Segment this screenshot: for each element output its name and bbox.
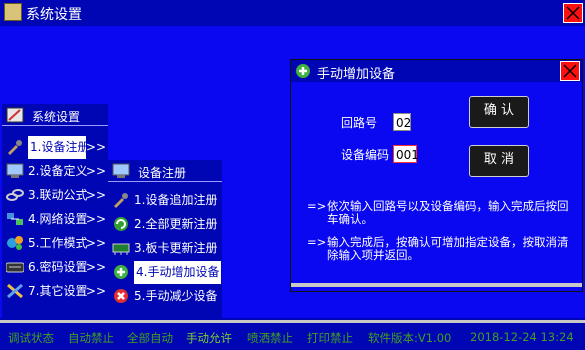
wrench-icon: [8, 140, 22, 155]
title-bar: [0, 0, 585, 26]
window-title: 系统设置: [26, 7, 82, 23]
status-manual-allowed: 手动允许: [186, 331, 232, 345]
submenu-item-board-update[interactable]: 3.板卡更新注册: [108, 237, 222, 260]
close-icon[interactable]: [560, 61, 580, 81]
plus-icon: [296, 64, 310, 78]
cancel-button[interactable]: 取 消: [469, 145, 529, 177]
refresh-icon: [114, 217, 128, 231]
status-print-disabled: 打印禁止: [307, 331, 353, 345]
device-code-label: 设备编码: [341, 148, 390, 162]
menu-item-work-mode[interactable]: 5.工作模式 >>: [2, 232, 108, 255]
link-icon: [6, 189, 24, 201]
menu-item-other-settings[interactable]: 7.其它设置 >>: [2, 280, 108, 303]
menu-item-linkage-formula[interactable]: 3.联动公式 >>: [2, 184, 108, 207]
submenu-item-append-register[interactable]: 1.设备追加注册: [108, 189, 222, 212]
submenu-item-manual-add[interactable]: 4.手动增加设备: [108, 261, 222, 284]
menu-header: 系统设置: [2, 104, 108, 126]
network-icon: [7, 213, 23, 225]
confirm-button[interactable]: 确 认: [469, 96, 529, 128]
board-icon: [112, 243, 130, 255]
close-icon[interactable]: [563, 3, 583, 23]
status-spray-disabled: 喷洒禁止: [247, 331, 293, 345]
status-debug: 调试状态: [8, 331, 54, 345]
tools-icon: [7, 283, 23, 299]
instruction-note-1: 依次输入回路号以及设备编码，输入完成后按回车确认。: [327, 199, 569, 226]
status-datetime: 2018-12-24 13:24: [470, 330, 574, 344]
menu-item-password-settings[interactable]: 6.密码设置 >>: [2, 256, 108, 279]
instruction-note-2: 输入完成后，按确认可增加指定设备，按取消清除输入项并返回。: [327, 235, 569, 262]
loop-number-label: 回路号: [341, 116, 378, 130]
keyboard-icon: [6, 262, 24, 273]
status-all-auto: 全部自动: [127, 331, 173, 345]
submenu-item-manual-remove[interactable]: 5.手动减少设备: [108, 285, 222, 308]
notepad-icon: [6, 107, 24, 123]
menu-item-device-register[interactable]: 1.设备注册 >>: [2, 136, 108, 159]
device-code-field[interactable]: 001: [393, 145, 419, 163]
status-software-version: 软件版本:V1.00: [368, 331, 452, 345]
manual-add-device-dialog: 手动增加设备 回路号 02 设备编码 001 确 认 取 消 => 依次输入回路…: [290, 59, 583, 292]
status-auto-disabled: 自动禁止: [68, 331, 114, 345]
monitor-icon: [6, 163, 24, 178]
gears-icon: [7, 236, 23, 250]
settings-app-icon: [4, 3, 22, 21]
submenu-header: 设备注册: [108, 160, 222, 182]
monitor-icon: [112, 163, 130, 178]
note-arrow-1: =>: [307, 199, 327, 213]
status-divider: [0, 320, 585, 323]
dialog-progress-bar: [291, 283, 582, 287]
submenu-item-full-update[interactable]: 2.全部更新注册: [108, 213, 222, 236]
device-register-submenu: 设备注册 1.设备追加注册 2.全部更新注册 3.板卡更新注册 4.手动增加设备…: [108, 160, 222, 318]
remove-icon: [114, 289, 128, 303]
menu1-items: 1.设备注册 >> 2.设备定义 >> 3.联动公式 >> 4.网络设置 >> 5.工作…: [2, 127, 108, 318]
dialog-title: 手动增加设备: [317, 67, 396, 82]
menu-item-network-settings[interactable]: 4.网络设置 >>: [2, 208, 108, 231]
menu-item-device-define[interactable]: 2.设备定义 >>: [2, 160, 108, 183]
note-arrow-2: =>: [307, 235, 327, 249]
plus-icon: [114, 265, 128, 279]
loop-number-field[interactable]: 02: [393, 113, 411, 131]
wrench-icon: [114, 193, 128, 208]
